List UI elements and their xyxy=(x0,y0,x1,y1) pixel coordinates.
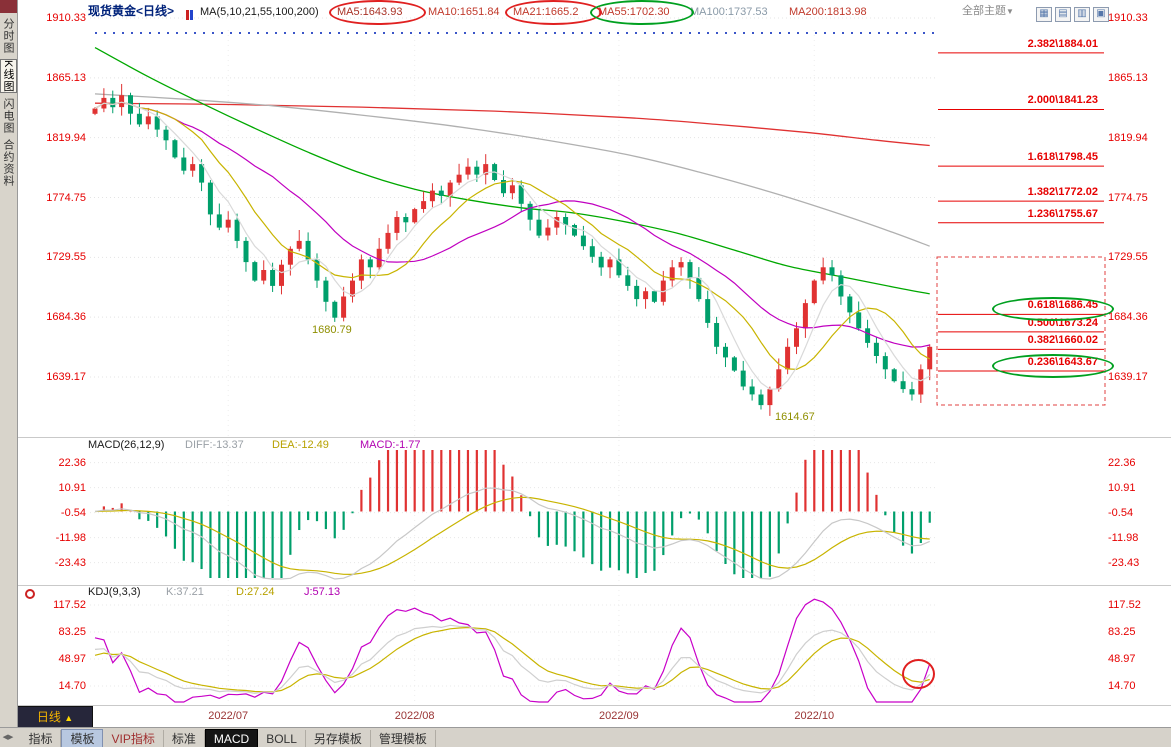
y-axis-label: -0.54 xyxy=(1108,507,1166,520)
sidebar-tab-4[interactable]: 合约资料 xyxy=(1,139,16,187)
y-axis-label: 22.36 xyxy=(1108,457,1166,470)
y-axis-label: 10.91 xyxy=(28,482,86,495)
fib-level-label-1: 2.000\1841.23 xyxy=(938,94,1098,107)
y-axis-label: 1910.33 xyxy=(1108,12,1166,25)
x-axis-date-label: 2022/10 xyxy=(790,710,838,723)
y-axis-label: 10.91 xyxy=(1108,482,1166,495)
y-axis-label: 83.25 xyxy=(28,626,86,639)
fib-level-label-5: 0.618\1686.45 xyxy=(938,299,1098,312)
app-logo-icon xyxy=(0,0,17,13)
layout-buttons: ▦▤▥▣ xyxy=(1036,3,1112,22)
y-axis-label: 1819.94 xyxy=(1108,132,1166,145)
y-axis-label: 1639.17 xyxy=(1108,371,1166,384)
swing-low-label-july: 1680.79 xyxy=(312,324,352,337)
x-axis-date-label: 2022/07 xyxy=(204,710,252,723)
x-axis-date-label: 2022/08 xyxy=(391,710,439,723)
y-axis-label: 1819.94 xyxy=(28,132,86,145)
fib-level-label-2: 1.618\1798.45 xyxy=(938,151,1098,164)
y-axis-label: -11.98 xyxy=(1108,532,1166,545)
y-axis-label: 117.52 xyxy=(1108,599,1166,612)
theme-selector-button[interactable]: 全部主题▼ xyxy=(962,5,1014,18)
layout-grid-icon[interactable]: ▦ xyxy=(1036,7,1052,22)
toolbar-tab-4[interactable]: 标准 xyxy=(164,730,205,747)
y-axis-label: 1865.13 xyxy=(1108,72,1166,85)
y-axis-label: 48.97 xyxy=(28,653,86,666)
fib-level-label-4: 1.236\1755.67 xyxy=(938,208,1098,221)
y-axis-label: 117.52 xyxy=(28,599,86,612)
sidebar-tab-2[interactable]: K线图 xyxy=(0,59,17,93)
toolbar-tab-1[interactable]: 指标 xyxy=(20,730,61,747)
toolbar-tab-8[interactable]: 管理模板 xyxy=(371,730,436,747)
y-axis-label: 22.36 xyxy=(28,457,86,470)
triangle-up-icon: ▲ xyxy=(64,713,73,723)
y-axis-label: 1729.55 xyxy=(28,251,86,264)
macd-value-2: MACD:-1.77 xyxy=(360,439,421,452)
panel-divider xyxy=(17,437,1171,438)
bottom-toolbar: ◀▶ 指标模板VIP指标标准MACDBOLL另存模板管理模板 xyxy=(0,727,1171,747)
fib-level-label-8: 0.236\1643.67 xyxy=(938,356,1098,369)
y-axis-label: 1684.36 xyxy=(1108,311,1166,324)
indicator-icon[interactable] xyxy=(25,589,35,599)
y-axis-label: 1684.36 xyxy=(28,311,86,324)
ma-value-4: MA55:1702.30 xyxy=(598,6,670,19)
y-axis-label: -11.98 xyxy=(28,532,86,545)
y-axis-label: 1774.75 xyxy=(28,192,86,205)
fib-level-label-7: 0.382\1660.02 xyxy=(938,334,1098,347)
panel-divider xyxy=(17,705,1171,706)
sidebar-tab-1[interactable]: 分时图 xyxy=(1,18,16,54)
kdj-indicator-title: KDJ(9,3,3) xyxy=(88,586,141,599)
y-axis-label: 14.70 xyxy=(1108,680,1166,693)
ma-value-5: MA100:1737.53 xyxy=(690,6,768,19)
kdj-value-1: D:27.24 xyxy=(236,586,275,599)
swing-low-label-september: 1614.67 xyxy=(775,411,815,424)
macd-value-1: DEA:-12.49 xyxy=(272,439,329,452)
fib-level-label-0: 2.382\1884.01 xyxy=(938,38,1098,51)
toolbar-tab-5[interactable]: MACD xyxy=(205,729,258,747)
ma-value-6: MA200:1813.98 xyxy=(789,6,867,19)
x-axis-date-label: 2022/09 xyxy=(595,710,643,723)
symbol-title: 现货黄金<日线> xyxy=(88,5,174,18)
ma-settings-label: MA(5,10,21,55,100,200) xyxy=(200,6,319,19)
toolbar-tab-2[interactable]: 模板 xyxy=(61,729,103,747)
main-chart-panel[interactable] xyxy=(90,28,936,433)
y-axis-label: -23.43 xyxy=(28,557,86,570)
y-axis-label: 1639.17 xyxy=(28,371,86,384)
theme-selector-label: 全部主题 xyxy=(962,5,1006,17)
tab-scroll-buttons[interactable]: ◀▶ xyxy=(0,728,16,741)
chevron-down-icon: ▼ xyxy=(1006,7,1014,16)
trading-app-window: 分时图 K线图闪电图合约资料 现货黄金<日线> MA(5,10,21,55,100… xyxy=(0,0,1171,747)
fib-level-label-3: 1.382\1772.02 xyxy=(938,186,1098,199)
layout-single-icon[interactable]: ▣ xyxy=(1093,7,1109,22)
ma-value-1: MA5:1643.93 xyxy=(337,6,402,19)
layout-rows-icon[interactable]: ▤ xyxy=(1055,7,1071,22)
macd-indicator-title: MACD(26,12,9) xyxy=(88,439,164,452)
toolbar-tab-3[interactable]: VIP指标 xyxy=(103,730,163,747)
toolbar-tab-6[interactable]: BOLL xyxy=(258,730,306,747)
y-axis-label: 1729.55 xyxy=(1108,251,1166,264)
y-axis-label: -0.54 xyxy=(28,507,86,520)
y-axis-label: 1774.75 xyxy=(1108,192,1166,205)
kdj-value-2: J:57.13 xyxy=(304,586,340,599)
toolbar-tab-7[interactable]: 另存模板 xyxy=(306,730,371,747)
period-selector-button[interactable]: 日线 ▲ xyxy=(17,706,93,729)
fib-level-label-6: 0.500\1673.24 xyxy=(938,317,1098,330)
y-axis-label: 83.25 xyxy=(1108,626,1166,639)
layout-columns-icon[interactable]: ▥ xyxy=(1074,7,1090,22)
ma-value-3: MA21:1665.2 xyxy=(513,6,578,19)
y-axis-label: 48.97 xyxy=(1108,653,1166,666)
kdj-value-0: K:37.21 xyxy=(166,586,204,599)
macd-panel[interactable] xyxy=(90,450,936,580)
chart-header: 现货黄金<日线> MA(5,10,21,55,100,200) MA5:1643… xyxy=(0,0,960,26)
y-axis-label: 1865.13 xyxy=(28,72,86,85)
chart-type-icon[interactable] xyxy=(186,7,198,18)
y-axis-label: 14.70 xyxy=(28,680,86,693)
ma-value-2: MA10:1651.84 xyxy=(428,6,500,19)
y-axis-label: -23.43 xyxy=(1108,557,1166,570)
macd-value-0: DIFF:-13.37 xyxy=(185,439,244,452)
period-label: 日线 xyxy=(37,710,61,724)
kdj-panel[interactable] xyxy=(90,597,936,703)
left-sidebar: 分时图 K线图闪电图合约资料 xyxy=(0,0,18,727)
sidebar-tab-3[interactable]: 闪电图 xyxy=(1,98,16,134)
